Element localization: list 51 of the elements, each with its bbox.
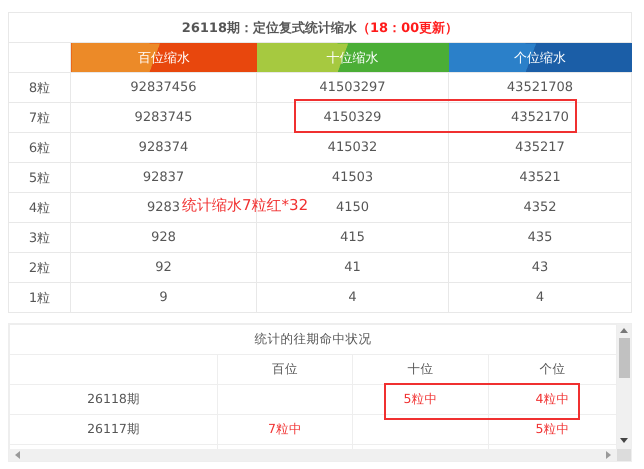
- row-label: 2粒: [8, 252, 70, 282]
- row-label: 8粒: [8, 72, 70, 102]
- row-label: 1粒: [8, 282, 70, 312]
- table-cell: 415: [256, 222, 448, 252]
- row-label: 7粒: [8, 102, 70, 132]
- down-arrow-icon[interactable]: [620, 438, 628, 443]
- table-cell: 5粒中: [488, 414, 616, 444]
- table-cell: 41503: [256, 162, 448, 192]
- row-label: 4粒: [8, 192, 70, 222]
- table-cell: 4: [256, 282, 448, 312]
- scrollbar-thumb[interactable]: [618, 338, 630, 378]
- scrollbar-corner: [617, 449, 631, 461]
- column-header: 百位: [218, 354, 352, 384]
- column-header: 百位缩水: [70, 42, 256, 72]
- table-cell: 435: [448, 222, 632, 252]
- table-title: 26118期：定位复式统计缩水（18：00更新）: [182, 20, 458, 36]
- column-header: 十位: [352, 354, 488, 384]
- history-title: 统计的往期命中状况: [10, 324, 616, 354]
- period-cell: 26118期: [10, 384, 218, 414]
- right-arrow-icon[interactable]: [606, 451, 611, 459]
- annotation-text: 统计缩水7粒红*32: [182, 198, 308, 213]
- table-cell: 928: [70, 222, 256, 252]
- table-cell: 435217: [448, 132, 632, 162]
- table-cell: 92: [70, 252, 256, 282]
- table-cell: 92837: [70, 162, 256, 192]
- table-cell: 4150329: [256, 102, 448, 132]
- table-cell: 41503297: [256, 72, 448, 102]
- table-cell: 43521: [448, 162, 632, 192]
- table-cell: 92837456: [70, 72, 256, 102]
- vertical-scrollbar[interactable]: [617, 324, 631, 449]
- table-cell: 41: [256, 252, 448, 282]
- table-cell: 415032: [256, 132, 448, 162]
- horizontal-scrollbar[interactable]: [9, 449, 617, 461]
- row-label: 5粒: [8, 162, 70, 192]
- period-cell: 26117期: [10, 414, 218, 444]
- row-label: 3粒: [8, 222, 70, 252]
- table-cell: 9: [70, 282, 256, 312]
- column-header: 十位缩水: [256, 42, 448, 72]
- table-cell: 4粒中: [488, 384, 616, 414]
- table-cell: 9283745: [70, 102, 256, 132]
- column-header: 个位缩水: [448, 42, 632, 72]
- table-cell: 4352: [448, 192, 632, 222]
- left-arrow-icon[interactable]: [15, 451, 20, 459]
- table-cell: 43521708: [448, 72, 632, 102]
- table-cell: 5粒中: [352, 384, 488, 414]
- table-cell: 928374: [70, 132, 256, 162]
- up-arrow-icon[interactable]: [620, 328, 628, 333]
- table-cell: 7粒中: [218, 414, 352, 444]
- row-label: 6粒: [8, 132, 70, 162]
- table-cell: 43: [448, 252, 632, 282]
- table-cell: 4: [448, 282, 632, 312]
